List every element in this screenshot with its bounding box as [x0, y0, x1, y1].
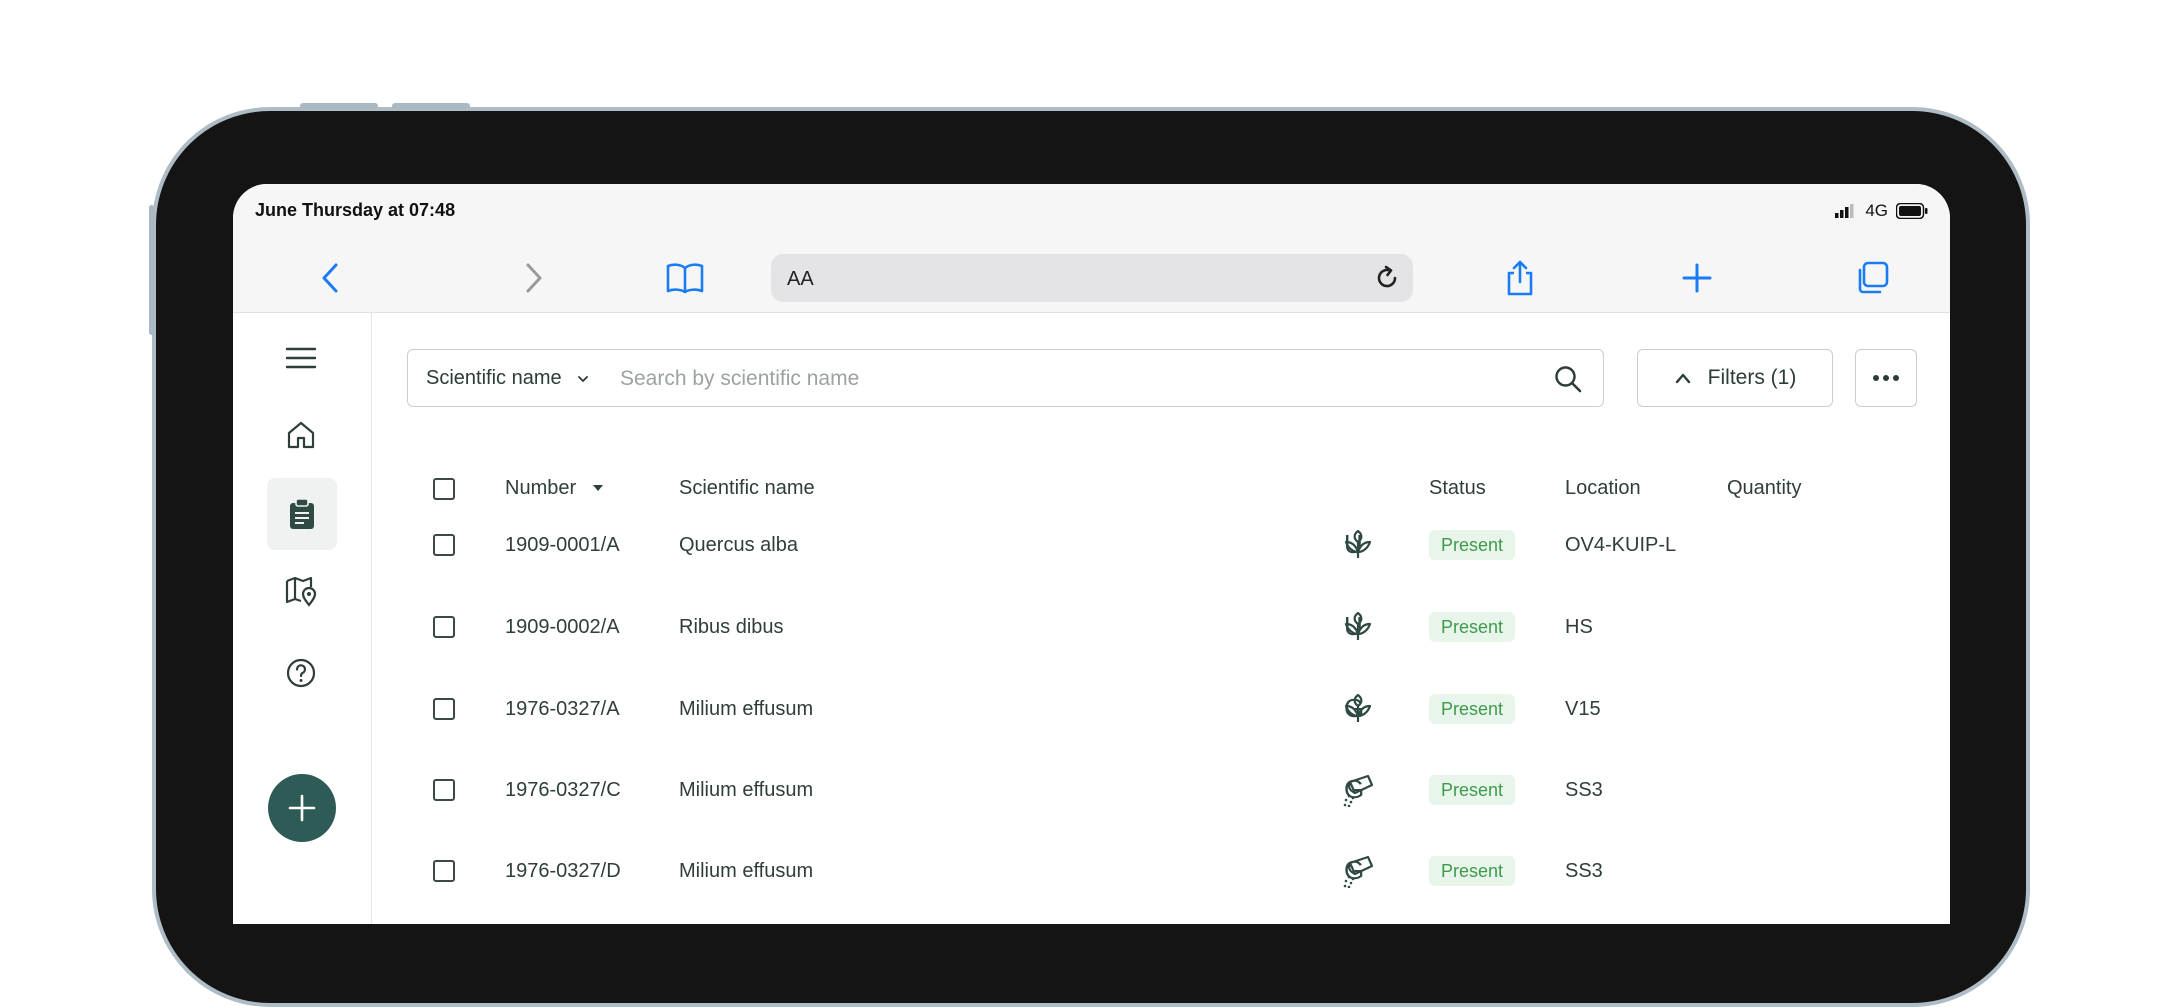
accession-number: 1976-0327/D: [505, 860, 621, 882]
status-badge: Present: [1429, 694, 1516, 724]
book-icon: [666, 263, 704, 294]
column-header-quantity[interactable]: Quantity: [1727, 473, 1801, 503]
column-header-status[interactable]: Status: [1429, 473, 1486, 503]
column-header-number-label: Number: [505, 477, 577, 499]
location: HS: [1565, 616, 1593, 638]
tabs-icon: [1858, 261, 1889, 294]
sidebar-item-map[interactable]: [268, 558, 334, 624]
reload-icon: [1377, 265, 1397, 288]
column-header-scientific-name[interactable]: Scientific name: [679, 473, 815, 503]
location: OV4-KUIP-L: [1565, 534, 1677, 556]
screen: June Thursday at 07:48 4G AA Scientific …: [233, 184, 1950, 924]
menu-button[interactable]: [268, 325, 334, 391]
scientific-name: Ribus dibus: [679, 616, 784, 638]
share-button[interactable]: [1496, 254, 1544, 302]
address-bar[interactable]: AA: [771, 254, 1413, 302]
plus-icon: [1682, 263, 1712, 293]
status-badge: Present: [1429, 612, 1516, 642]
hamburger-menu-icon: [285, 347, 317, 369]
new-tab-button[interactable]: [1673, 254, 1721, 302]
back-button[interactable]: [307, 254, 355, 302]
more-options-button[interactable]: [1855, 349, 1917, 407]
tabs-button[interactable]: [1848, 254, 1896, 302]
chevron-left-icon: [322, 263, 338, 293]
volume-down-button: [392, 103, 470, 109]
material-code: U: [1344, 529, 1363, 559]
home-icon: [287, 421, 315, 449]
search-bar: Scientific name: [407, 349, 1604, 407]
search-field-select[interactable]: Scientific name: [426, 367, 590, 390]
map-pin-icon: [285, 576, 317, 607]
accession-number: 1976-0327/A: [505, 698, 620, 720]
row-checkbox[interactable]: [433, 860, 455, 882]
material-code: G: [1344, 693, 1365, 723]
sidebar-item-accessions[interactable]: [267, 478, 337, 550]
forward-button[interactable]: [509, 254, 557, 302]
row-checkbox[interactable]: [433, 698, 455, 720]
add-accession-button[interactable]: [268, 774, 336, 842]
filters-label: Filters (1): [1707, 366, 1797, 389]
search-input[interactable]: [618, 360, 1522, 398]
table-row[interactable]: 1976-0327/C Milium effusum G Present SS3: [407, 762, 1927, 818]
sort-desc-icon: [593, 485, 604, 491]
chevron-right-icon: [526, 263, 542, 293]
row-checkbox[interactable]: [433, 534, 455, 556]
network-type: 4G: [1865, 201, 1888, 220]
material-code: U: [1344, 611, 1363, 641]
material-code: G: [1344, 855, 1365, 885]
status-badge: Present: [1429, 775, 1516, 805]
status-bar: June Thursday at 07:48 4G: [233, 184, 1950, 244]
filters-button[interactable]: Filters (1): [1637, 349, 1833, 407]
accession-number: 1909-0002/A: [505, 616, 620, 638]
power-button: [149, 205, 154, 335]
row-checkbox[interactable]: [433, 616, 455, 638]
status-badge: Present: [1429, 530, 1516, 560]
accession-number: 1909-0001/A: [505, 534, 620, 556]
sidebar-item-home[interactable]: [268, 402, 334, 468]
sidebar-item-help[interactable]: [268, 640, 334, 706]
clipboard-icon: [290, 498, 314, 529]
volume-up-button: [300, 103, 378, 109]
battery-icon: [1896, 203, 1928, 219]
column-header-location[interactable]: Location: [1565, 473, 1641, 503]
browser-toolbar: AA: [233, 244, 1950, 313]
table-row[interactable]: 1976-0327/D Milium effusum G Present SS3: [407, 843, 1927, 899]
bookmarks-button[interactable]: [661, 254, 709, 302]
search-field-label: Scientific name: [426, 367, 562, 389]
table-row[interactable]: 1909-0002/A Ribus dibus U Present HS: [407, 599, 1927, 655]
material-code: G: [1344, 774, 1365, 804]
location: SS3: [1565, 779, 1603, 801]
scientific-name: Quercus alba: [679, 534, 798, 556]
help-circle-icon: [286, 658, 316, 688]
scientific-name: Milium effusum: [679, 698, 814, 720]
more-horizontal-icon: [1873, 375, 1899, 381]
chevron-down-icon: [577, 375, 588, 382]
select-all-checkbox[interactable]: [433, 478, 455, 500]
location: SS3: [1565, 860, 1603, 882]
location: V15: [1565, 698, 1601, 720]
status-badge: Present: [1429, 856, 1516, 886]
signal-icon: [1835, 204, 1854, 218]
accession-number: 1976-0327/C: [505, 779, 621, 801]
plus-icon: [288, 794, 316, 822]
app-content: Scientific name Filters (1) Number: [233, 313, 1950, 924]
search-icon[interactable]: [1553, 364, 1583, 394]
share-icon: [1507, 260, 1533, 296]
chevron-up-icon: [1675, 373, 1690, 384]
scientific-name: Milium effusum: [679, 779, 814, 801]
reload-button[interactable]: [1369, 260, 1405, 296]
scientific-name: Milium effusum: [679, 860, 814, 882]
table-row[interactable]: 1976-0327/A Milium effusum G Present V15: [407, 681, 1927, 737]
text-size-button[interactable]: AA: [787, 268, 814, 291]
column-header-number[interactable]: Number: [505, 473, 604, 503]
text-size-label: AA: [787, 268, 814, 290]
sidebar-nav: [233, 313, 372, 924]
status-time: June Thursday at 07:48: [255, 200, 456, 220]
status-indicators: 4G: [1835, 201, 1928, 221]
row-checkbox[interactable]: [433, 779, 455, 801]
table-row[interactable]: 1909-0001/A Quercus alba U Present OV4-K…: [407, 517, 1927, 573]
